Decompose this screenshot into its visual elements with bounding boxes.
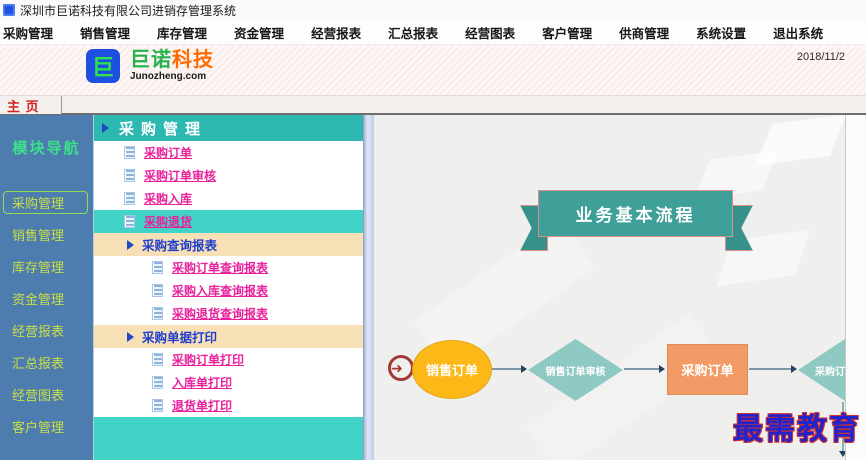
document-icon: [152, 376, 163, 389]
tree-item-label: 采购入库查询报表: [172, 284, 269, 298]
function-tree: 采购管理 采购订单 采购订单审核 采购入库 采购退货 采购查询报表 采购订单查询…: [93, 115, 363, 460]
document-icon: [152, 261, 163, 274]
document-icon: [152, 399, 163, 412]
tree-item-return-print[interactable]: 退货单打印: [94, 394, 363, 417]
sidebar-item-funds[interactable]: 资金管理: [0, 287, 93, 310]
arrow-head-icon: [521, 365, 527, 373]
expand-arrow-icon: [127, 331, 134, 342]
menu-item-reports[interactable]: 经营报表: [311, 23, 361, 42]
flow-banner: 业务基本流程: [538, 190, 733, 237]
menu-bar: 采购管理 销售管理 库存管理 资金管理 经营报表 汇总报表 经营图表 客户管理 …: [0, 20, 866, 45]
document-icon: [124, 169, 135, 182]
logo-band: 巨 巨诺科技 Junozheng.com 2018/11/2: [0, 45, 866, 95]
tree-item-purchase-return[interactable]: 采购退货: [94, 210, 363, 233]
tree-item-label: 采购订单: [144, 146, 193, 160]
menu-item-summary[interactable]: 汇总报表: [388, 23, 438, 42]
tree-group-label: 采购单据打印: [142, 331, 218, 345]
tree-item-return-query-report[interactable]: 采购退货查询报表: [94, 302, 363, 325]
tree-header-label: 采购管理: [119, 119, 208, 138]
flow-connector: [749, 368, 792, 370]
brand-name-secondary: 科技: [172, 49, 214, 71]
sidebar-item-summary[interactable]: 汇总报表: [0, 351, 93, 374]
tree-item-label: 退货单打印: [172, 399, 233, 413]
menu-item-sales[interactable]: 销售管理: [80, 23, 130, 42]
flow-node-purchase-order: 采购订单: [667, 344, 748, 395]
tree-item-label: 采购退货: [144, 215, 193, 229]
document-icon: [124, 146, 135, 159]
tree-item-label: 采购订单审核: [144, 169, 217, 183]
sidebar-title: 模块导航: [12, 140, 81, 157]
tree-item-purchase-order[interactable]: 采购订单: [94, 141, 363, 164]
app-icon: [3, 4, 15, 16]
document-icon: [152, 284, 163, 297]
arrow-head-icon: [791, 365, 797, 373]
menu-item-charts[interactable]: 经营图表: [465, 23, 515, 42]
menu-item-suppliers[interactable]: 供商管理: [619, 23, 669, 42]
window-title: 深圳市巨诺科技有限公司进销存管理系统: [20, 3, 237, 18]
tree-item-inbound-query-report[interactable]: 采购入库查询报表: [94, 279, 363, 302]
sidebar-item-charts[interactable]: 经营图表: [0, 383, 93, 406]
logo-icon: 巨: [86, 49, 120, 83]
expand-arrow-icon: [127, 239, 134, 250]
document-icon: [152, 307, 163, 320]
flow-start-icon: ➜: [388, 355, 414, 381]
tree-item-label: 采购入库: [144, 192, 193, 206]
flow-connector: [624, 368, 660, 370]
expand-arrow-icon: [102, 123, 109, 133]
sidebar-item-purchase[interactable]: 采购管理: [3, 191, 88, 214]
tree-item-label: 采购订单打印: [172, 353, 245, 367]
document-icon: [152, 353, 163, 366]
menu-item-inventory[interactable]: 库存管理: [157, 23, 207, 42]
brand-domain: Junozheng.com: [130, 71, 207, 82]
tree-item-order-print[interactable]: 采购订单打印: [94, 348, 363, 371]
arrow-head-down-icon: [839, 451, 845, 457]
tab-strip: 主 页: [0, 95, 866, 114]
tree-group-purchase-doc-print[interactable]: 采购单据打印: [94, 325, 363, 348]
tree-item-purchase-order-audit[interactable]: 采购订单审核: [94, 164, 363, 187]
tree-item-inbound-print[interactable]: 入库单打印: [94, 371, 363, 394]
menu-item-customers[interactable]: 客户管理: [542, 23, 592, 42]
brand-name-primary: 巨诺: [130, 49, 172, 71]
sidebar-item-customers[interactable]: 客户管理: [0, 415, 93, 438]
tree-item-purchase-inbound[interactable]: 采购入库: [94, 187, 363, 210]
flow-node-sales-order: 销售订单: [412, 340, 492, 399]
app-window: 深圳市巨诺科技有限公司进销存管理系统 采购管理 销售管理 库存管理 资金管理 经…: [0, 0, 866, 460]
sidebar-list: 采购管理 销售管理 库存管理 资金管理 经营报表 汇总报表 经营图表 客户管理: [0, 191, 93, 447]
menu-item-exit[interactable]: 退出系统: [773, 23, 823, 42]
tree-item-label: 采购订单查询报表: [172, 261, 269, 275]
tree-group-purchase-query-reports[interactable]: 采购查询报表: [94, 233, 363, 256]
tree-panel-fill: [94, 417, 363, 460]
flow-node-purchase-order-audit: 采购订单审核: [798, 339, 845, 401]
menu-item-funds[interactable]: 资金管理: [234, 23, 284, 42]
menu-item-purchase[interactable]: 采购管理: [3, 23, 53, 42]
sidebar-item-sales[interactable]: 销售管理: [0, 223, 93, 246]
brand-name: 巨诺科技: [130, 50, 214, 70]
tree-item-label: 采购退货查询报表: [172, 307, 269, 321]
sidebar-item-reports[interactable]: 经营报表: [0, 319, 93, 342]
current-date: 2018/11/2: [796, 51, 845, 63]
tree-item-label: 入库单打印: [172, 376, 233, 390]
flow-connector: [492, 368, 522, 370]
tab-home[interactable]: 主 页: [0, 96, 62, 114]
document-icon: [124, 192, 135, 205]
arrow-head-icon: [659, 365, 665, 373]
company-logo: 巨 巨诺科技 Junozheng.com: [86, 49, 214, 83]
tree-group-label: 采购查询报表: [142, 239, 218, 253]
title-bar: 深圳市巨诺科技有限公司进销存管理系统: [0, 0, 866, 20]
module-sidebar: 模块导航 采购管理 销售管理 库存管理 资金管理 经营报表 汇总报表 经营图表 …: [0, 115, 93, 460]
tree-header[interactable]: 采购管理: [94, 115, 363, 141]
tree-item-order-query-report[interactable]: 采购订单查询报表: [94, 256, 363, 279]
document-icon: [124, 215, 135, 228]
tree-scrollbar[interactable]: [363, 115, 374, 460]
watermark-text: 最需教育: [733, 412, 861, 447]
menu-item-settings[interactable]: 系统设置: [696, 23, 746, 42]
sidebar-item-inventory[interactable]: 库存管理: [0, 255, 93, 278]
